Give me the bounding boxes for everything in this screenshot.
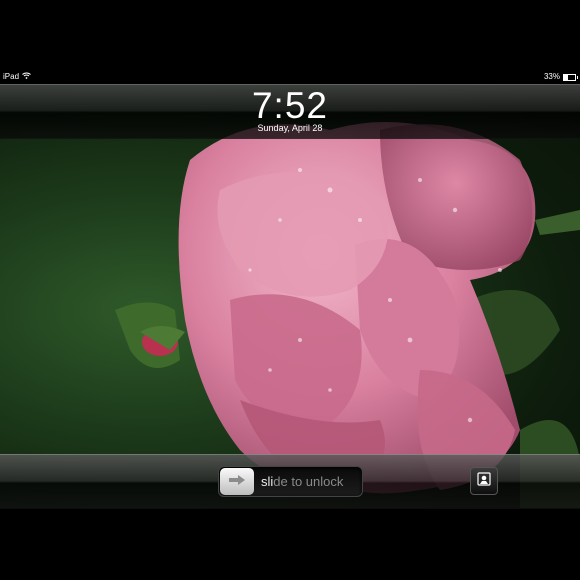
lock-screen-time: 7:52 [251, 85, 328, 126]
arrow-right-icon [228, 473, 246, 491]
battery-icon [563, 73, 578, 81]
wifi-icon [22, 70, 31, 84]
status-bar: iPad 33% [0, 70, 580, 84]
status-left: iPad [3, 70, 31, 84]
battery-level-fill [564, 74, 568, 80]
slide-to-unlock-slider[interactable]: slide to unlock [218, 466, 363, 497]
battery-percent: 33% [543, 72, 560, 81]
picture-frame-button[interactable] [470, 467, 498, 495]
lock-screen-date: Sunday, April 28 [257, 123, 323, 133]
device-name: iPad [3, 72, 20, 81]
picture-frame-icon [477, 471, 491, 491]
slider-knob[interactable] [220, 468, 254, 495]
slider-label: slide to unlock [261, 474, 344, 489]
status-right: 33% [543, 70, 578, 84]
